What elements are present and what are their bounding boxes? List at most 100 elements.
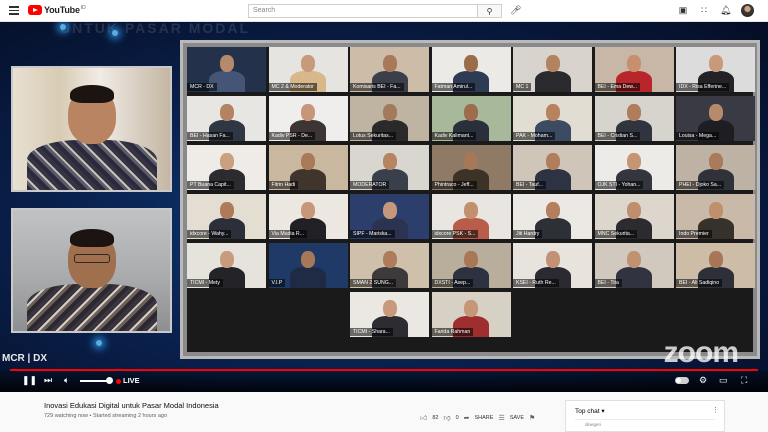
participant-name: OJK STI - Yohan... [594,181,644,189]
cast-icon[interactable]: ▭ [719,375,728,386]
participant-tile: TICMI - Mety [187,243,266,288]
pause-icon[interactable]: ❚❚ [22,375,37,386]
search-input[interactable]: Search [248,4,478,18]
dislike-icon[interactable]: 👎︎ [443,413,450,422]
participant-name: MCR - DX [187,83,217,91]
participant-name: PT Buana Capit... [187,181,234,189]
participant-name: Indo Premier [676,230,712,238]
share-icon[interactable]: ➦ [464,414,470,422]
speaker-video-bottom [11,208,172,333]
participant-name: BEI - Ali Sadiqino [676,279,723,287]
participant-name: Via Mudia R... [268,230,307,238]
participant-name: Lotus Sekuritas... [350,132,397,140]
participant-name: Komisaris BEI - Fa... [350,83,404,91]
participant-name: MC 1 [513,83,532,91]
background-light [96,340,102,346]
participant-tile: V.I.P [268,243,348,288]
background-light [60,24,66,30]
participant-tile: BEI - Hasan Fa... [187,96,266,141]
participant-tile: BEI - Tauf... [513,145,592,190]
participant-name: idxcore PSK - S... [431,230,479,238]
live-label[interactable]: LIVE [123,376,140,385]
participant-name: Farida Rahman [431,328,474,336]
participant-name: DXSTI - Asep... [431,279,474,287]
next-icon[interactable]: ⏭︎ [44,375,52,386]
notifications-icon[interactable]: 🔔︎ [720,5,731,16]
participant-tile: idxcore - Wahy... [187,194,266,239]
participant-name: BEI - Tita [594,279,622,287]
participant-tile: Farida Rahman [431,292,511,337]
speaker-person [26,85,157,190]
participant-name: BEI - Ema Dew... [594,83,640,91]
like-count: 82 [432,414,439,421]
participant-name: MC 2 & Moderator [268,83,317,91]
participant-tile: Lotus Sekuritas... [350,96,429,141]
speaker-video-top [11,66,172,192]
participant-tile: MC 2 & Moderator [268,47,348,92]
report-flag-icon[interactable]: ⚑ [529,414,535,422]
logo-text: YouTube [44,5,80,15]
zoom-logo: zoom [663,336,739,369]
apps-icon[interactable]: ∷ [699,5,709,16]
fullscreen-icon[interactable]: ⛶ [741,375,747,386]
autoplay-toggle[interactable] [675,377,689,384]
participant-tile: BEI - Ema Dew... [594,47,674,92]
menu-icon[interactable] [9,6,19,15]
video-meta: 729 watching now • Started streaming 2 h… [44,413,167,419]
logo-region: ID [80,5,86,11]
participant-tile: MNC Sekurita... [594,194,674,239]
mic-icon[interactable]: 🎤︎ [510,5,521,16]
save-button[interactable]: SAVE [510,415,524,421]
background-banner-text: UNTUK PASAR MODAL [60,22,251,36]
live-indicator-dot [116,379,121,384]
volume-icon[interactable]: 🔈︎ [64,375,69,386]
participant-name: BEI - Hasan Fa... [187,132,233,140]
speaker-person [26,229,157,331]
participant-tile: DXSTI - Asep... [431,243,511,288]
video-actions: 👍︎ 82 👎︎ 0 ➦ SHARE ☰ SAVE ⚑ [420,413,535,423]
account-avatar[interactable] [741,4,754,17]
save-icon[interactable]: ☰ [498,414,504,422]
youtube-play-icon [28,5,42,15]
participant-tile: SMAN 2 SUNG... [350,243,429,288]
participant-name: KSEI - Ruth Re... [513,279,559,287]
participant-name: MODERATOR [350,181,390,189]
participant-tile: Via Mudia R... [268,194,348,239]
participant-tile: Fatman Amirul... [431,47,511,92]
participant-name: Phintraco - Jeff... [431,181,477,189]
participant-grid: MCR - DX MC 2 & Moderator Komisaris BEI - … [187,47,755,352]
video-player[interactable]: UNTUK PASAR MODAL MCR - DX MC 2 & Moderat… [0,22,768,392]
share-button[interactable]: SHARE [475,415,494,421]
participant-tile: TICMI - Shara... [350,292,429,337]
participant-name: PHEI - Djoko Sa... [676,181,725,189]
participant-tile: PHEI - Djoko Sa... [676,145,755,190]
participant-name: PAK - Moham... [513,132,556,140]
chat-mode-select[interactable]: Top chat ▾ [575,407,605,415]
participant-tile: BEI - Tita [594,243,674,288]
participant-name: BEI - Cristian S... [594,132,641,140]
volume-knob[interactable] [106,377,113,384]
participant-tile: Jiti Hardry [513,194,592,239]
participant-name: Fitrin Hadi [268,181,299,189]
participant-name: Fatman Amirul... [431,83,476,91]
participant-tile: MODERATOR [350,145,429,190]
participant-tile: MCR - DX [187,47,266,92]
participant-tile: Komisaris BEI - Fa... [350,47,429,92]
progress-bar[interactable] [10,369,758,371]
youtube-logo[interactable]: YouTube ID [28,5,86,15]
participant-tile: Kadiv Kalimant... [431,96,511,141]
create-video-icon[interactable]: ▣ [678,5,688,16]
participant-tile: IDX - Risa Efferine... [676,47,755,92]
participant-tile: Phintraco - Jeff... [431,145,511,190]
participant-name: Louisa - Mega... [676,132,720,140]
participant-name: BEI - Tauf... [513,181,547,189]
participant-tile: SIPF - Mariska... [350,194,429,239]
search-button[interactable]: ⚲ [478,4,502,18]
participant-tile: BEI - Ali Sadiqino [676,243,755,288]
participant-tile: PAK - Moham... [513,96,592,141]
more-options-icon[interactable]: ⋮ [712,406,719,414]
like-icon[interactable]: 👍︎ [420,413,427,422]
dislike-count: 0 [455,414,459,421]
participant-tile: MC 1 [513,47,592,92]
settings-icon[interactable]: ⚙ [699,375,707,386]
